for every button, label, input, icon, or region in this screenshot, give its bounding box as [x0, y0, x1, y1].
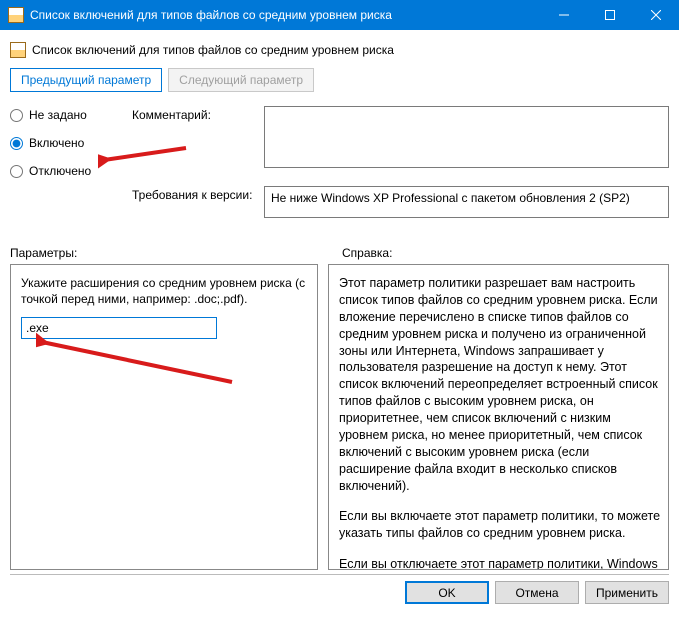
radio-not-configured-label: Не задано — [29, 108, 87, 122]
minimize-button[interactable] — [541, 0, 587, 30]
maximize-button[interactable] — [587, 0, 633, 30]
ok-button-label: OK — [438, 586, 455, 600]
window-title: Список включений для типов файлов со сре… — [30, 8, 541, 22]
radio-disabled-label: Отключено — [29, 164, 91, 178]
comment-textarea[interactable] — [264, 106, 669, 168]
next-setting-button: Следующий параметр — [168, 68, 314, 92]
help-paragraph: Этот параметр политики разрешает вам нас… — [339, 275, 662, 494]
extensions-input[interactable] — [21, 317, 217, 339]
radio-not-configured-input[interactable] — [10, 109, 23, 122]
version-req-text: Не ниже Windows XP Professional с пакето… — [271, 191, 630, 205]
policy-header: Список включений для типов файлов со сре… — [10, 38, 669, 68]
parameters-panel: Укажите расширения со средним уровнем ри… — [10, 264, 318, 570]
policy-header-text: Список включений для типов файлов со сре… — [32, 43, 394, 57]
version-req-box[interactable]: Не ниже Windows XP Professional с пакето… — [264, 186, 669, 218]
cancel-button[interactable]: Отмена — [495, 581, 579, 604]
extensions-hint: Укажите расширения со средним уровнем ри… — [21, 275, 307, 307]
parameters-section-label: Параметры: — [10, 246, 318, 260]
version-req-label: Требования к версии: — [132, 186, 260, 202]
radio-not-configured[interactable]: Не задано — [10, 108, 128, 122]
help-section-label: Справка: — [342, 246, 669, 260]
next-setting-label: Следующий параметр — [179, 73, 303, 87]
comment-label: Комментарий: — [132, 106, 260, 122]
help-panel[interactable]: Этот параметр политики разрешает вам нас… — [328, 264, 669, 570]
previous-setting-button[interactable]: Предыдущий параметр — [10, 68, 162, 92]
radio-enabled-label: Включено — [29, 136, 84, 150]
help-paragraph: Если вы включаете этот параметр политики… — [339, 508, 662, 542]
titlebar: Список включений для типов файлов со сре… — [0, 0, 679, 30]
close-button[interactable] — [633, 0, 679, 30]
previous-setting-label: Предыдущий параметр — [21, 73, 151, 87]
apply-button[interactable]: Применить — [585, 581, 669, 604]
radio-enabled[interactable]: Включено — [10, 136, 128, 150]
help-paragraph: Если вы отключаете этот параметр политик… — [339, 556, 662, 570]
cancel-button-label: Отмена — [515, 586, 558, 600]
radio-disabled[interactable]: Отключено — [10, 164, 128, 178]
apply-button-label: Применить — [596, 586, 658, 600]
radio-disabled-input[interactable] — [10, 165, 23, 178]
app-icon — [8, 7, 24, 23]
policy-icon — [10, 42, 26, 58]
radio-enabled-input[interactable] — [10, 137, 23, 150]
ok-button[interactable]: OK — [405, 581, 489, 604]
